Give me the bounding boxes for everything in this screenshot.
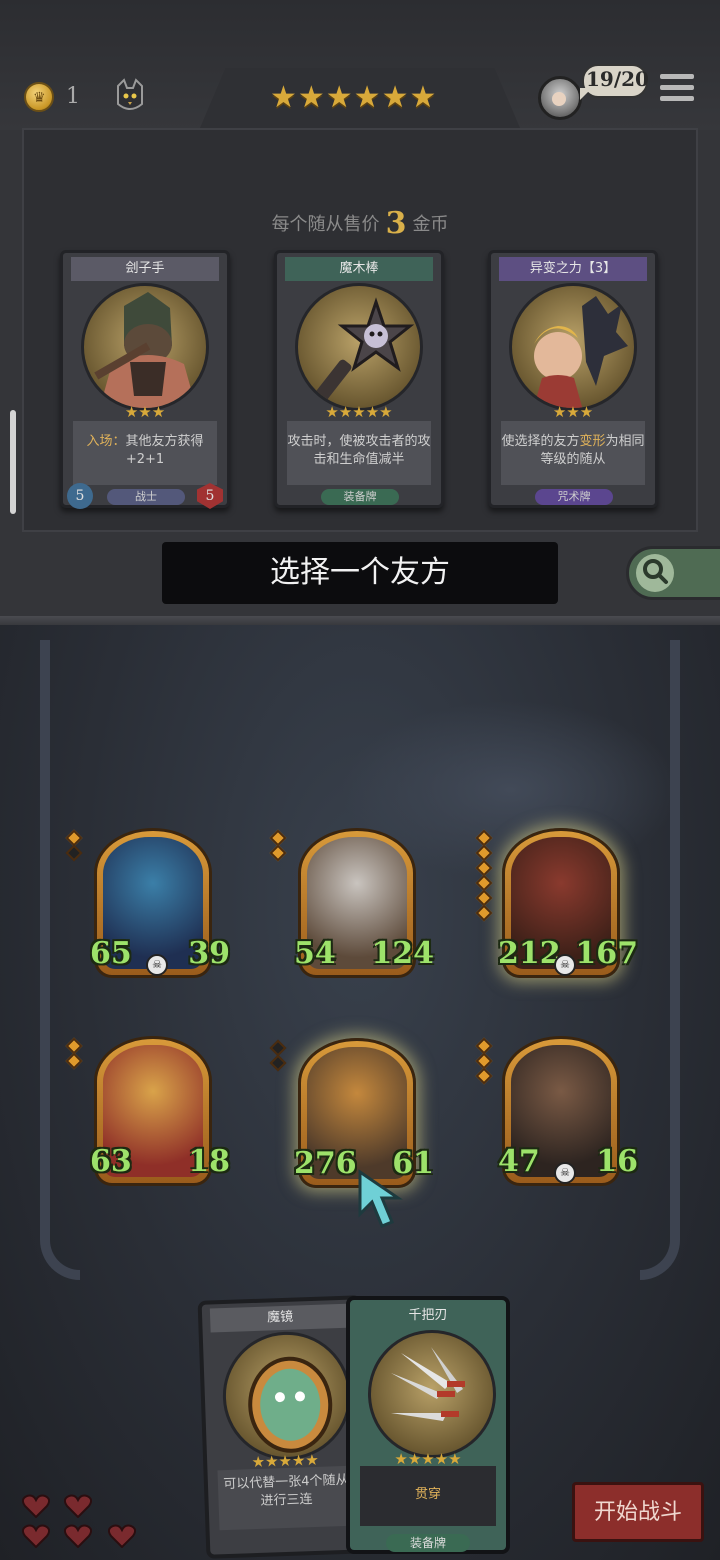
target-cursor-icon — [358, 1169, 403, 1228]
card-title: 刽子手 — [71, 257, 219, 281]
card-effect: 攻击时，使被攻击者的攻击和生命值减半 — [287, 421, 431, 485]
unit-tier-pips — [269, 829, 287, 862]
card-effect: 使选择的友方变形为相同等级的随从 — [501, 421, 645, 485]
unit-attack: 54 — [294, 936, 336, 971]
shop-card-magic-club[interactable]: 魔木棒 ★★★★★ 攻击时，使被攻击者的攻击和生命值减半 装备牌 — [274, 250, 444, 508]
club-icon — [306, 297, 415, 408]
shop-card-mutation[interactable]: 异变之力【3】 ★★★ 使选择的友方变形为相同等级的随从 咒术牌 — [488, 250, 658, 508]
life-heart-icon — [64, 1494, 92, 1518]
board-unit-elf-sorceress[interactable]: 65 39 ☠ — [90, 828, 230, 988]
board-frame-left — [40, 640, 80, 1280]
card-title: 魔镜 — [209, 1303, 351, 1333]
player-count: 19/20 — [586, 67, 649, 91]
menu-icon[interactable] — [660, 74, 694, 106]
card-type-tag: 装备牌 — [386, 1534, 470, 1552]
card-title: 异变之力【3】 — [499, 257, 647, 281]
card-attack: 5 — [67, 483, 93, 509]
mirror-art — [248, 1356, 333, 1453]
effect-text-pre: 使选择的友方 — [501, 434, 580, 449]
board-unit-old-scientist[interactable]: 54 124 — [294, 828, 434, 988]
price-value: 3 — [385, 206, 407, 241]
unit-health: 124 — [371, 936, 434, 971]
unit-health: 16 — [596, 1144, 638, 1179]
gold-count: 1 — [66, 84, 80, 109]
unit-tier-pips — [475, 829, 493, 922]
mutation-portrait — [533, 296, 628, 408]
unit-tier-pips — [475, 1037, 493, 1085]
hand-card-magic-mirror[interactable]: 魔镜 ★★★★★ 可以代替一张4个随从进行三连 — [197, 1295, 371, 1559]
executioner-portrait — [81, 283, 209, 411]
effect-text: 其他友方获得+2+1 — [125, 434, 204, 467]
skull-icon: ☠ — [554, 1162, 576, 1184]
price-suffix: 金币 — [412, 214, 449, 235]
card-type-tag: 装备牌 — [321, 489, 399, 505]
card-stars: ★★★★★ — [325, 403, 393, 421]
left-scroll-handle[interactable] — [10, 410, 16, 514]
sell-price-text: 每个随从售价 3 金币 — [0, 206, 720, 241]
pet-cat-icon[interactable] — [114, 78, 146, 114]
tier-pip — [475, 904, 493, 922]
blades-icon — [391, 1347, 465, 1421]
life-heart-icon — [64, 1524, 92, 1548]
board-unit-red-ogre[interactable]: 212 167 ☠ — [498, 828, 638, 988]
unit-attack: 212 — [498, 936, 561, 971]
unit-health: 18 — [188, 1144, 230, 1179]
card-type-tag: 咒术牌 — [535, 489, 613, 505]
skull-icon: ☠ — [146, 954, 168, 976]
shop-card-executioner[interactable]: 刽子手 ★★★ 入场：其他友方获得+2+1 战士 5 5 — [60, 250, 230, 509]
card-type-tag: 战士 — [107, 489, 185, 505]
skull-icon: ☠ — [554, 954, 576, 976]
unit-attack: 63 — [90, 1144, 132, 1179]
magic-club-art — [295, 283, 423, 411]
card-effect: 入场：其他友方获得+2+1 — [73, 421, 217, 485]
unit-attack: 276 — [294, 1146, 357, 1181]
life-heart-icon — [22, 1524, 50, 1548]
card-title: 千把刃 — [358, 1304, 498, 1328]
avatar-face — [552, 92, 566, 106]
tier-pip — [65, 1052, 83, 1070]
tier-pip — [269, 844, 287, 862]
card-effect: 可以代替一张4个随从进行三连 — [217, 1465, 356, 1531]
unit-health: 39 — [188, 936, 230, 971]
start-battle-button[interactable]: 开始战斗 — [572, 1482, 704, 1542]
search-icon[interactable] — [640, 556, 670, 586]
thousand-blades-art — [368, 1330, 496, 1458]
executioner-art — [94, 292, 197, 408]
card-stars: ★★★ — [124, 403, 166, 421]
hand-card-thousand-blades[interactable]: 千把刃 ★★★★★ 贯穿 装备牌 — [346, 1296, 510, 1554]
life-heart-icon — [108, 1524, 136, 1548]
life-heart-icon — [22, 1494, 50, 1518]
select-ally-prompt: 选择一个友方 — [162, 542, 558, 604]
board-unit-barbarian[interactable]: 47 16 ☠ — [498, 1036, 638, 1196]
unit-tier-pips — [65, 1037, 83, 1070]
board-unit-red-knight[interactable]: 63 18 — [90, 1036, 230, 1196]
tier-pip — [65, 844, 83, 862]
tavern-tier-stars: ★★★★★★ — [270, 80, 438, 115]
unit-health: 167 — [575, 936, 638, 971]
tier-pip — [475, 1067, 493, 1085]
card-stars: ★★★ — [552, 403, 594, 421]
board-frame-right — [640, 640, 680, 1280]
effect-keyword: 变形 — [579, 434, 606, 449]
card-effect: 贯穿 — [360, 1466, 496, 1526]
unit-tier-pips — [65, 829, 83, 862]
unit-attack: 47 — [498, 1144, 540, 1179]
price-prefix: 每个随从售价 — [271, 214, 380, 235]
effect-keyword: 入场： — [86, 434, 126, 449]
card-title: 魔木棒 — [285, 257, 433, 281]
tier-pip — [269, 1054, 287, 1072]
card-health: 5 — [197, 483, 223, 509]
mutation-art — [509, 283, 637, 411]
magic-mirror-art — [220, 1329, 354, 1463]
unit-tier-pips — [269, 1039, 287, 1072]
unit-attack: 65 — [90, 936, 132, 971]
gold-coin-icon: ♛ — [24, 82, 54, 112]
